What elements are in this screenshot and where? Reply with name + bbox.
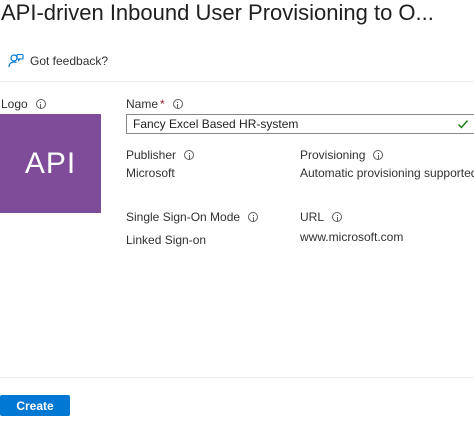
sso-label: Single Sign-On Mode <box>126 210 241 224</box>
name-input[interactable] <box>127 115 474 133</box>
name-label: Name <box>126 97 159 111</box>
header-divider <box>0 81 474 82</box>
info-icon[interactable] <box>332 212 343 222</box>
required-marker: * <box>160 97 165 111</box>
create-app-panel: API-driven Inbound User Provisioning to … <box>0 0 474 421</box>
sso-value: Linked Sign-on <box>126 233 207 247</box>
footer-divider <box>0 377 474 378</box>
url-label-row: URL <box>300 209 343 225</box>
feedback-person-icon <box>8 53 24 68</box>
checkmark-icon <box>458 120 469 129</box>
publisher-label-row: Publisher <box>126 147 195 163</box>
url-value: www.microsoft.com <box>300 230 404 244</box>
publisher-label: Publisher <box>126 148 177 162</box>
info-icon[interactable] <box>184 150 195 160</box>
logo-label: Logo <box>1 97 28 111</box>
create-button[interactable]: Create <box>0 395 70 416</box>
info-icon[interactable] <box>35 99 46 109</box>
info-icon[interactable] <box>248 212 259 222</box>
provisioning-label-row: Provisioning <box>300 147 384 163</box>
logo-label-row: Logo <box>1 96 46 112</box>
provisioning-label: Provisioning <box>300 148 366 162</box>
info-icon[interactable] <box>373 150 384 160</box>
url-label: URL <box>300 210 325 224</box>
name-field-container <box>126 114 474 134</box>
sso-label-row: Single Sign-On Mode <box>126 209 259 225</box>
info-icon[interactable] <box>172 99 183 109</box>
publisher-value: Microsoft <box>126 166 175 180</box>
logo-text: API <box>24 146 77 180</box>
page-title: API-driven Inbound User Provisioning to … <box>1 0 434 25</box>
provisioning-value: Automatic provisioning supported <box>300 166 474 180</box>
name-label-row: Name * <box>126 96 183 112</box>
app-logo: API <box>0 114 101 213</box>
feedback-label: Got feedback? <box>30 54 109 68</box>
feedback-button[interactable]: Got feedback? <box>8 53 108 69</box>
